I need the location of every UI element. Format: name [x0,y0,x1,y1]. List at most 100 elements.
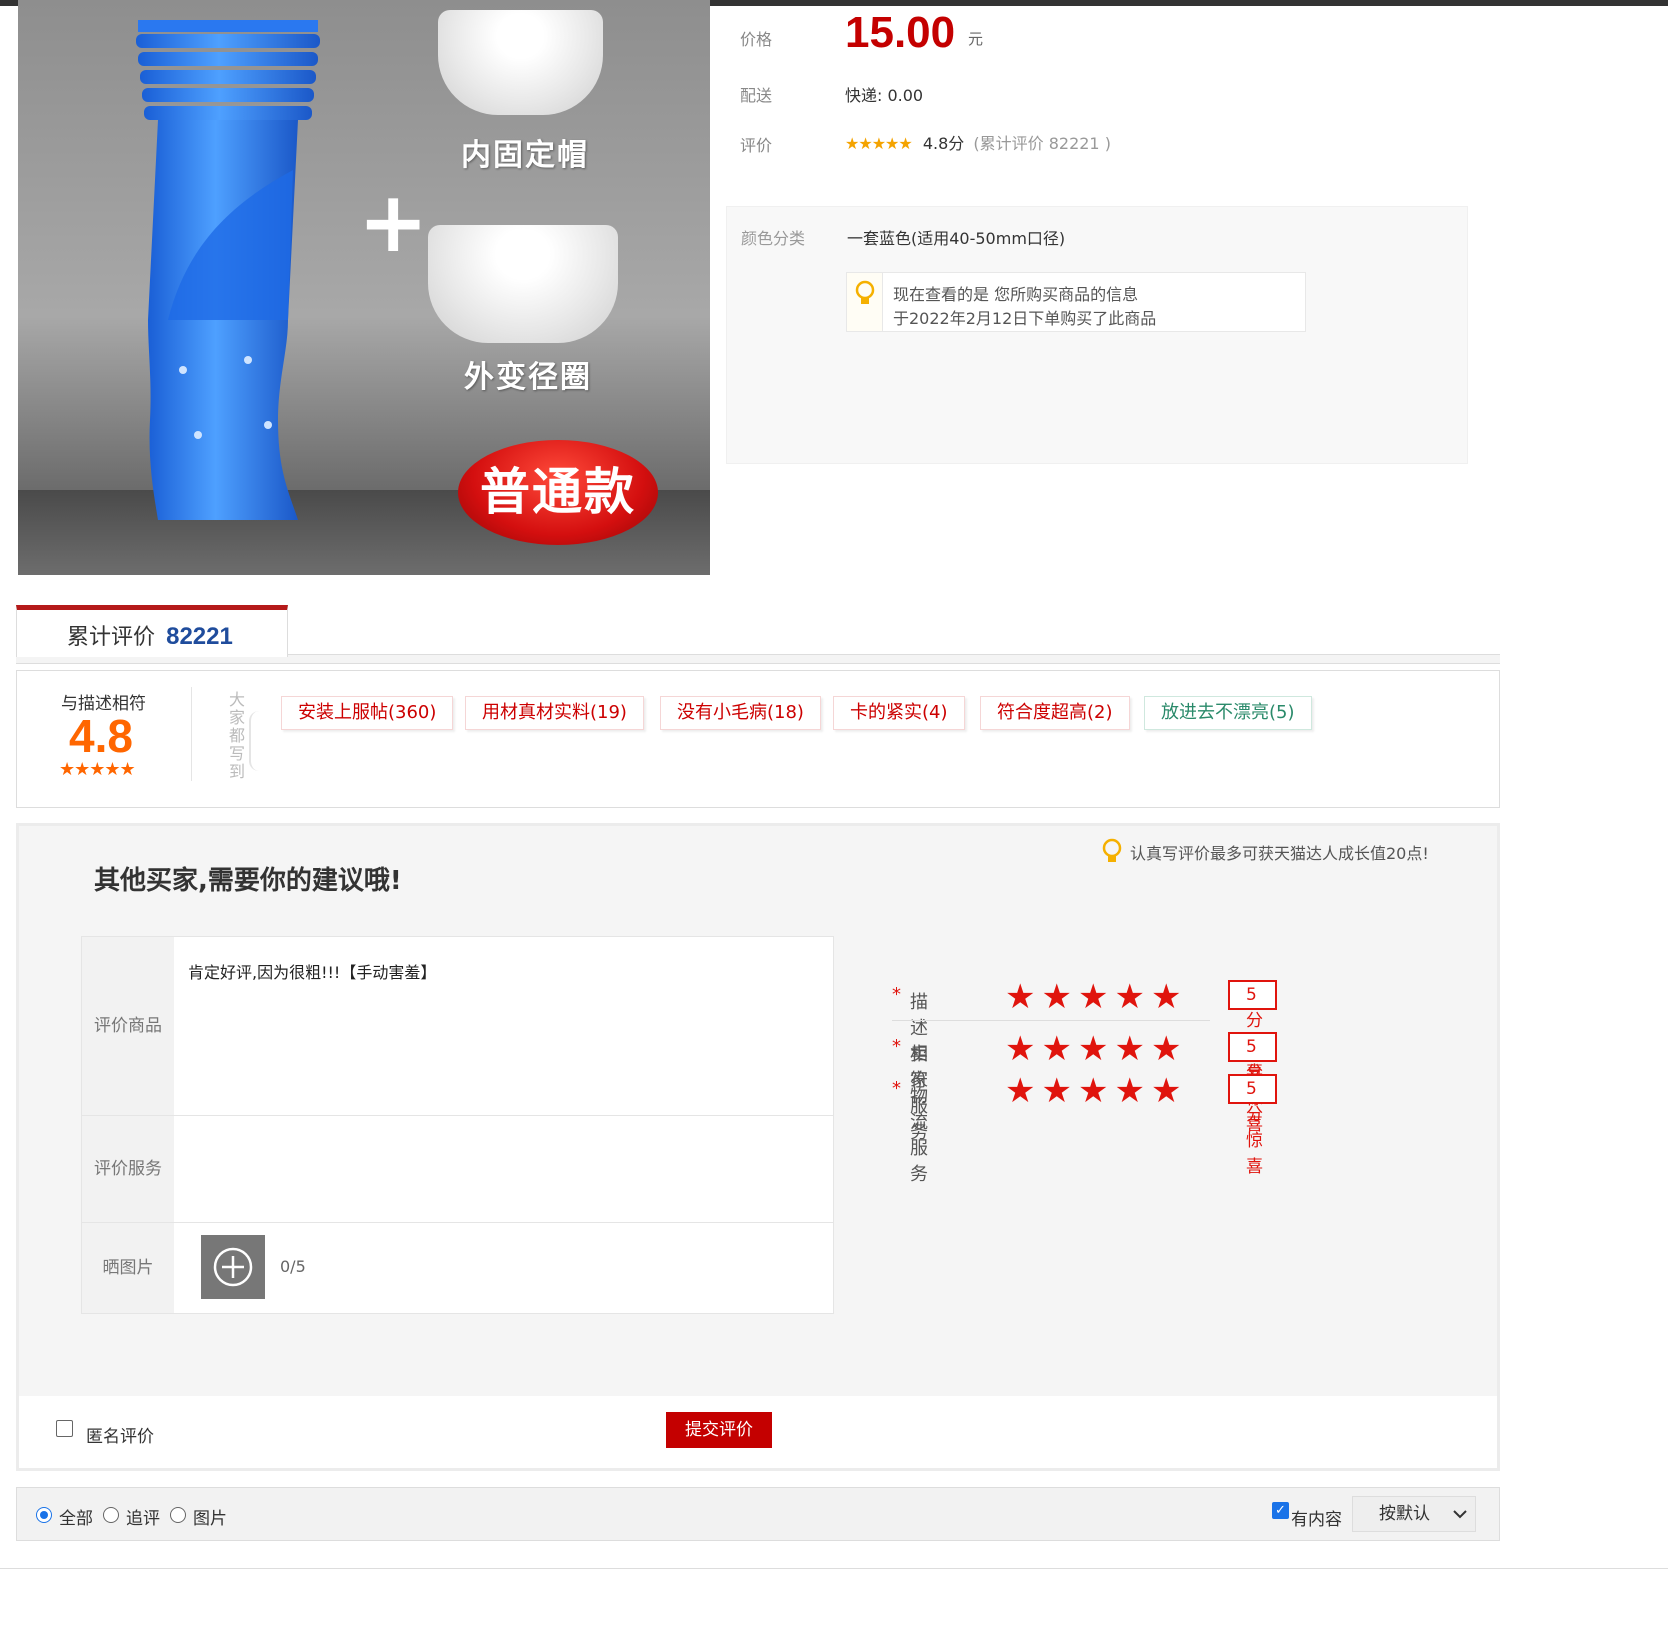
star-icon[interactable]: ★ [1078,1029,1108,1069]
rating-score-badge: 5分 惊喜 [1228,980,1277,1083]
notice-line-1: 现在查看的是 您所购买商品的信息 [893,285,1139,304]
rating-row-divider [892,1020,1210,1021]
color-value[interactable]: 一套蓝色(适用40-50mm口径) [847,225,1065,249]
rating-score: 5分 [1246,1079,1263,1125]
service-review-label: 评价服务 [82,1116,174,1222]
star-icon[interactable]: ★ [1005,977,1035,1017]
inner-cap-image [438,10,603,115]
review-tag[interactable]: 符合度超高(2) [980,696,1130,730]
standard-badge: 普通款 [458,440,658,545]
star-icon[interactable]: ★ [1041,1071,1071,1111]
summary-divider [191,687,192,781]
inner-cap-label: 内固定帽 [461,138,589,173]
review-tag[interactable]: 用材真材实料(19) [465,696,644,730]
rating-score: 4.8分 [922,134,965,153]
sort-select[interactable]: 按默认 [1352,1496,1476,1532]
rating-count-suffix: ) [1104,134,1111,153]
rating-summary[interactable]: ★★★★★ 4.8分 (累计评价 82221 ) [845,130,1111,154]
has-content-checkbox[interactable]: ✓ [1272,1502,1289,1519]
star-icon[interactable]: ★ [1114,1071,1144,1111]
plus-circle-icon [213,1247,253,1287]
anonymous-label: 匿名评价 [86,1427,154,1447]
star-icon[interactable]: ★ [1078,977,1108,1017]
service-review-textarea[interactable] [174,1116,833,1222]
outer-ring-image [428,225,618,343]
submit-review-button[interactable]: 提交评价 [666,1412,772,1448]
sku-panel [726,206,1468,464]
review-tag[interactable]: 安装上服帖(360) [281,696,454,730]
star-icon[interactable]: ★ [1078,1071,1108,1111]
lightbulb-tip-icon [1100,838,1124,870]
star-icon[interactable]: ★ [1041,1029,1071,1069]
star-icon[interactable]: ★ [1151,1071,1181,1111]
review-summary: 与描述相符 4.8 ★★★★★ 大家都写到 安装上服帖(360) 用材真材实料(… [16,670,1500,808]
tab-reviews-count: 82221 [166,623,233,650]
required-mark: * [892,1036,901,1057]
photo-count: 0/5 [280,1257,306,1276]
rating-row-label: 物流服务 [910,1086,928,1185]
star-group[interactable]: ★ ★ ★ ★ ★ [1005,1032,1250,1066]
photo-label: 晒图片 [82,1223,174,1313]
star-icon[interactable]: ★ [1005,1071,1035,1111]
price-label: 价格 [740,30,773,49]
star-group[interactable]: ★ ★ ★ ★ ★ [1005,1074,1250,1108]
filter-label-photos: 图片 [193,1509,227,1529]
filter-label-followup: 追评 [126,1509,160,1529]
anonymous-checkbox[interactable] [56,1420,73,1437]
required-mark: * [892,984,901,1005]
rating-score-badge: 5分 惊喜 [1228,1074,1277,1177]
sort-select-value: 按默认 [1379,1504,1430,1524]
summary-stars: ★★★★★ [59,759,136,780]
rating-label: 评价 [740,136,773,155]
outer-ring-label: 外变径圈 [464,360,592,395]
delivery-label: 配送 [740,86,773,105]
row-divider [82,1222,833,1223]
review-tag[interactable]: 放进去不漂亮(5) [1144,696,1312,730]
add-photo-button[interactable] [201,1235,265,1299]
review-tag[interactable]: 没有小毛病(18) [660,696,821,730]
review-tag[interactable]: 卡的紧实(4) [833,696,965,730]
purchase-notice: 现在查看的是 您所购买商品的信息 于2022年2月12日下单购买了此商品 [846,272,1306,332]
rating-word: 惊喜 [1246,1131,1263,1177]
filter-radio-photos[interactable] [170,1507,186,1523]
plus-sign: + [358,173,429,271]
star-icon[interactable]: ★ [1151,977,1181,1017]
rating-score: 5分 [1246,985,1263,1031]
review-form-title: 其他买家,需要你的建议哦! [94,866,402,896]
summary-score: 4.8 [69,710,133,762]
summary-vertical-label: 大家都写到 [229,690,246,781]
filter-radio-followup[interactable] [103,1507,119,1523]
price-value: 15.00 [845,8,956,57]
tab-reviews[interactable]: 累计评价 82221 [16,605,288,657]
product-review-label: 评价商品 [82,937,174,1115]
tab-reviews-content: 累计评价 82221 [67,619,233,651]
lightbulb-icon [847,273,883,331]
notice-line-2: 于2022年2月12日下单购买了此商品 [893,309,1157,328]
rating-count: 82221 [1048,134,1100,153]
filter-radio-all[interactable] [36,1507,52,1523]
color-label: 颜色分类 [741,229,806,248]
delivery-value: 快递: 0.00 [845,86,924,105]
product-review-textarea[interactable]: 肯定好评,因为很粗!!!【手动害羞】 [188,959,808,983]
currency-unit: 元 [968,30,984,48]
rating-count-prefix: (累计评价 [973,134,1044,153]
has-content-label: 有内容 [1291,1510,1342,1530]
star-icon[interactable]: ★ [1005,1029,1035,1069]
star-group[interactable]: ★ ★ ★ ★ ★ [1005,980,1250,1014]
review-input-table: 评价商品 肯定好评,因为很粗!!!【手动害羞】 评价服务 晒图片 0/5 [81,936,834,1314]
drain-core-illustration [136,20,320,520]
chevron-down-icon [1453,1510,1467,1519]
rating-score-badge: 5分 惊喜 [1228,1032,1277,1135]
star-icon[interactable]: ★ [1114,977,1144,1017]
star-icon[interactable]: ★ [1114,1029,1144,1069]
review-tip: 认真写评价最多可获天猫达人成长值20点! [1130,844,1429,863]
filter-label-all: 全部 [59,1509,93,1529]
required-mark: * [892,1078,901,1099]
rating-stars: ★★★★★ [845,134,913,153]
tab-reviews-label: 累计评价 [67,625,156,650]
summary-brace [249,711,263,771]
star-icon[interactable]: ★ [1151,1029,1181,1069]
product-image[interactable]: 内固定帽 + 外变径圈 普通款 [18,0,710,575]
star-icon[interactable]: ★ [1041,977,1071,1017]
page-divider [0,1568,1668,1569]
